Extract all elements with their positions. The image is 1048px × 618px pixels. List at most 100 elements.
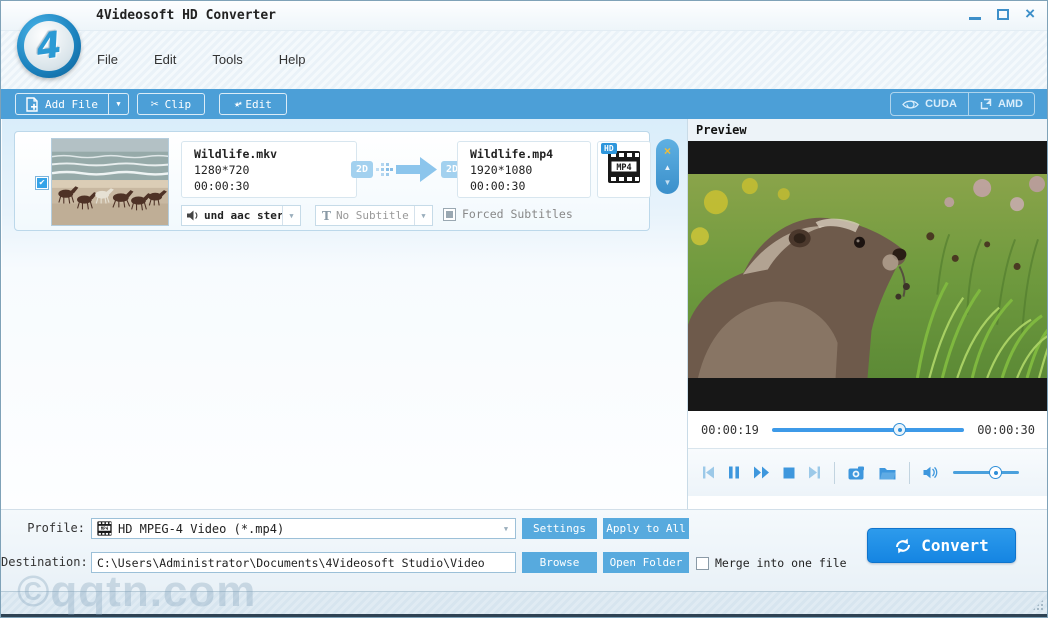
merge-checkbox[interactable]	[696, 557, 709, 570]
move-down-icon[interactable]: ▼	[664, 179, 672, 187]
maximize-icon[interactable]	[997, 9, 1009, 20]
title-bar: 4Videosoft HD Converter ×	[1, 1, 1047, 31]
profile-dropdown[interactable]: MP4 HD MPEG-4 Video (*.mp4) ▼	[91, 518, 516, 539]
open-folder-button[interactable]: Open Folder	[603, 552, 689, 573]
menu-bar: File Edit Tools Help	[1, 31, 1047, 89]
item-action-pill: × ▲ ▼	[656, 139, 679, 194]
convert-button[interactable]: Convert	[867, 528, 1016, 563]
output-file-info: Wildlife.mp4 1920*1080 00:00:30	[457, 141, 591, 198]
convert-arrow-icon	[396, 156, 438, 183]
skip-start-button[interactable]	[702, 466, 715, 479]
open-output-folder-button[interactable]	[879, 466, 896, 480]
seek-thumb[interactable]	[893, 423, 906, 436]
settings-button[interactable]: Settings	[522, 518, 597, 539]
close-icon[interactable]: ×	[1025, 7, 1035, 21]
add-file-label: Add File	[45, 98, 98, 111]
audio-dropdown-icon[interactable]: ▼	[282, 206, 300, 225]
merge-option[interactable]: Merge into one file	[696, 556, 847, 570]
resize-grip[interactable]	[1032, 599, 1044, 611]
audio-track-label: und aac ster	[199, 209, 282, 222]
audio-track-dropdown[interactable]: und aac ster ▼	[181, 205, 301, 226]
app-logo-inner: 4	[24, 21, 74, 71]
forced-subtitles-option[interactable]: Forced Subtitles	[443, 207, 573, 221]
video-thumbnail-horses	[51, 138, 169, 226]
add-file-icon	[26, 97, 39, 112]
clip-button[interactable]: ✂ Clip	[137, 93, 205, 115]
source-file-name: Wildlife.mkv	[194, 146, 356, 162]
edit-button[interactable]: ★★ Edit	[219, 93, 287, 115]
menu-tools[interactable]: Tools	[212, 52, 242, 67]
source-2d-badge: 2D	[351, 161, 373, 178]
fast-forward-button[interactable]	[753, 466, 770, 479]
logo-4-glyph: 4	[21, 18, 77, 74]
destination-input[interactable]	[91, 552, 516, 573]
remove-item-icon[interactable]: ×	[664, 146, 671, 156]
profile-format-icon: MP4	[96, 520, 113, 537]
profile-label: Profile:	[1, 518, 85, 539]
stars-icon: ★★	[234, 99, 240, 110]
nvidia-cuda-icon	[902, 99, 919, 110]
app-logo: 4	[17, 14, 81, 78]
seek-track[interactable]	[772, 428, 964, 432]
edit-label: Edit	[245, 98, 272, 111]
file-checkbox[interactable]: ✔	[35, 176, 49, 190]
convert-sync-icon	[894, 538, 912, 554]
source-resolution: 1280*720	[194, 162, 356, 178]
menu-file[interactable]: File	[97, 52, 118, 67]
merge-label: Merge into one file	[715, 556, 847, 570]
file-list-item[interactable]: ✔	[14, 131, 650, 231]
volume-slider[interactable]	[953, 466, 1019, 479]
add-file-button[interactable]: Add File ▼	[15, 93, 129, 115]
window-title: 4Videosoft HD Converter	[96, 8, 276, 23]
volume-thumb[interactable]	[989, 466, 1002, 479]
subtitle-dropdown[interactable]: T No Subtitle ▼	[315, 205, 433, 226]
output-file-name: Wildlife.mp4	[470, 146, 590, 162]
profile-value: HD MPEG-4 Video (*.mp4)	[113, 522, 497, 536]
gpu-acceleration-badges: CUDA AMD	[890, 92, 1035, 116]
amd-label: AMD	[998, 98, 1023, 110]
subtitle-label: No Subtitle	[331, 209, 414, 222]
cuda-badge[interactable]: CUDA	[891, 93, 968, 115]
apply-to-all-button[interactable]: Apply to All	[603, 518, 689, 539]
svg-text:MP4: MP4	[101, 526, 109, 531]
pause-button[interactable]	[728, 466, 740, 479]
forced-subtitles-checkbox[interactable]	[443, 208, 456, 221]
source-file-info: Wildlife.mkv 1280*720 00:00:30	[181, 141, 357, 198]
conversion-graphic: 2D 2D	[351, 156, 463, 183]
move-up-icon[interactable]: ▲	[664, 164, 672, 172]
amd-icon	[980, 98, 992, 110]
menu-help[interactable]: Help	[279, 52, 306, 67]
browse-button[interactable]: Browse	[522, 552, 597, 573]
profile-dropdown-icon[interactable]: ▼	[497, 519, 515, 538]
volume-track[interactable]	[953, 471, 1019, 474]
app-window: 4Videosoft HD Converter × File Edit Tool…	[0, 0, 1048, 618]
skip-end-button[interactable]	[808, 466, 821, 479]
preview-video-screen[interactable]	[688, 141, 1048, 411]
add-file-dropdown-icon[interactable]: ▼	[108, 94, 128, 114]
preview-timeline: 00:00:19 00:00:30	[688, 411, 1048, 448]
controls-divider	[909, 462, 910, 484]
output-resolution: 1920*1080	[470, 162, 590, 178]
menu-edit[interactable]: Edit	[154, 52, 176, 67]
snapshot-button[interactable]	[848, 466, 866, 480]
output-format-button[interactable]: MP4 HD	[597, 141, 651, 198]
subtitle-dropdown-icon[interactable]: ▼	[414, 206, 432, 225]
preview-panel: Preview	[687, 119, 1048, 509]
dots-grid-icon	[376, 163, 393, 176]
current-time: 00:00:19	[701, 423, 759, 437]
window-bottom-edge	[1, 614, 1047, 617]
scissors-icon: ✂	[151, 97, 159, 112]
minimize-icon[interactable]	[969, 17, 981, 20]
window-controls: ×	[969, 7, 1035, 21]
seek-slider[interactable]	[772, 423, 964, 436]
convert-label: Convert	[921, 536, 988, 555]
output-settings-panel: Profile: MP4 HD MPEG-4 Video (*.mp4) ▼ S…	[1, 509, 1047, 591]
speaker-icon	[187, 210, 199, 221]
amd-badge[interactable]: AMD	[968, 93, 1034, 115]
playback-controls	[688, 448, 1048, 496]
stop-button[interactable]	[783, 467, 795, 479]
clip-label: Clip	[165, 98, 192, 111]
mute-button[interactable]	[923, 466, 938, 479]
total-time: 00:00:30	[977, 423, 1035, 437]
controls-divider	[834, 462, 835, 484]
